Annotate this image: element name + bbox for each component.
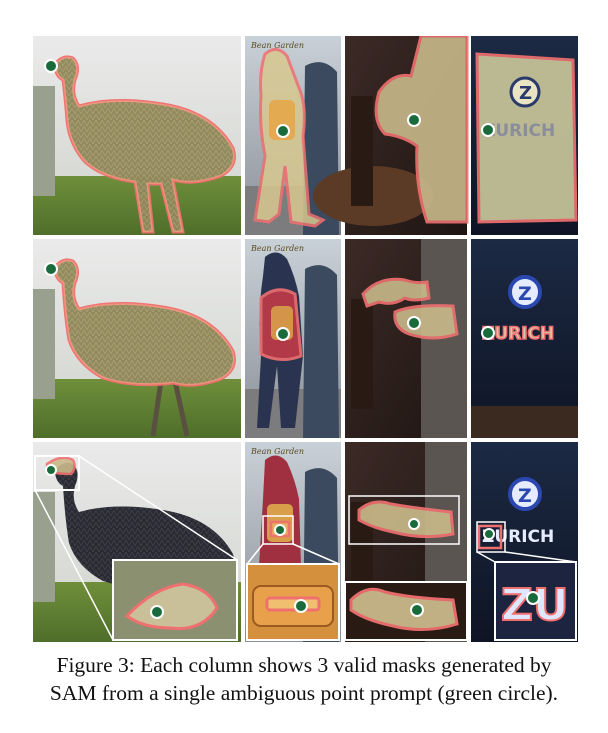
- point-prompt: [44, 59, 58, 73]
- point-prompt: [276, 124, 290, 138]
- figure-caption: Figure 3: Each column shows 3 valid mask…: [28, 651, 580, 707]
- point-prompt: [276, 327, 290, 341]
- panel-zurich-row1: Z ZURICH: [471, 36, 578, 235]
- zoom-inset: [246, 563, 340, 641]
- point-prompt: [274, 524, 286, 536]
- point-prompt: [407, 316, 421, 330]
- zoom-inset: [112, 559, 238, 641]
- panel-emu-row2: [33, 239, 241, 438]
- panel-person-row2: Bean Garden: [245, 239, 341, 438]
- point-prompt: [150, 605, 164, 619]
- sign-z-text: Z: [518, 485, 532, 507]
- bean-garden-logo: Bean Garden: [250, 447, 304, 456]
- sign-z-text: Z: [519, 83, 532, 104]
- panel-arm-row3: [344, 442, 468, 642]
- figure-grid: Bean Garden Z ZURICH Bean Garden Z ZURIC…: [33, 36, 578, 642]
- panel-zurich-row3: Z ZURICH ZU: [471, 442, 578, 642]
- sign-zurich-zoom-text: ZU: [501, 580, 569, 631]
- panel-zurich-row2: Z ZURICH: [471, 239, 578, 438]
- panel-person-row3: Bean Garden: [245, 442, 341, 642]
- point-prompt: [410, 603, 424, 617]
- point-prompt: [408, 518, 420, 530]
- point-prompt: [44, 262, 58, 276]
- zoom-inset: [344, 581, 468, 641]
- caption-line: SAM from a single ambiguous point prompt…: [49, 681, 559, 705]
- panel-emu-row3: [33, 442, 241, 642]
- figure: Bean Garden Z ZURICH Bean Garden Z ZURIC…: [33, 36, 578, 642]
- point-prompt: [407, 113, 421, 127]
- point-prompt: [45, 464, 57, 476]
- point-prompt: [526, 591, 540, 605]
- zoom-inset: ZU: [494, 561, 577, 641]
- point-prompt: [294, 599, 308, 613]
- caption-line: Figure 3: Each column shows 3 valid mask…: [56, 653, 552, 677]
- point-prompt: [481, 326, 495, 340]
- panel-emu-row1: [33, 36, 241, 235]
- bean-garden-logo: Bean Garden: [250, 244, 304, 253]
- panel-arm-row2: [345, 239, 467, 438]
- sign-z-text: Z: [518, 283, 532, 305]
- point-prompt: [483, 528, 495, 540]
- point-prompt: [481, 123, 495, 137]
